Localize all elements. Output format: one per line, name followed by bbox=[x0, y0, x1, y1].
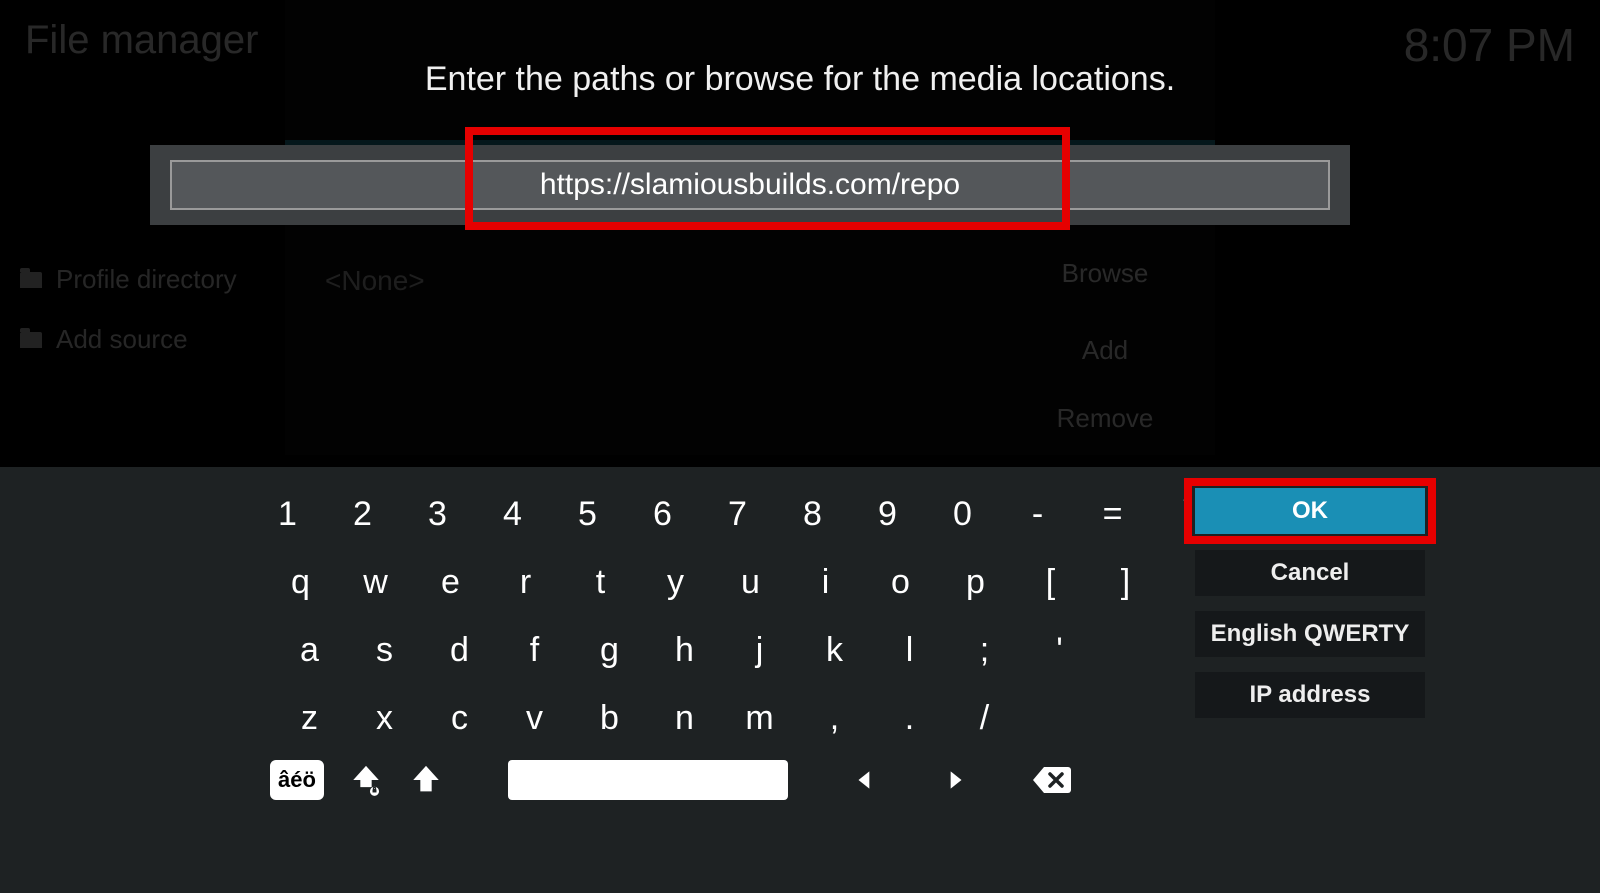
key-n[interactable]: n bbox=[647, 684, 722, 752]
key-f[interactable]: f bbox=[497, 616, 572, 684]
key-g[interactable]: g bbox=[572, 616, 647, 684]
key-c[interactable]: c bbox=[422, 684, 497, 752]
key-slash[interactable]: / bbox=[947, 684, 1022, 752]
key-2[interactable]: 2 bbox=[325, 480, 400, 548]
keyboard-layout-button[interactable]: English QWERTY bbox=[1195, 611, 1425, 657]
path-list-placeholder: <None> bbox=[325, 265, 425, 297]
key-r[interactable]: r bbox=[488, 548, 563, 616]
key-q[interactable]: q bbox=[263, 548, 338, 616]
key-6[interactable]: 6 bbox=[625, 480, 700, 548]
key-4[interactable]: 4 bbox=[475, 480, 550, 548]
key-e[interactable]: e bbox=[413, 548, 488, 616]
key-z[interactable]: z bbox=[272, 684, 347, 752]
shift-button[interactable] bbox=[408, 760, 444, 800]
folder-icon bbox=[20, 272, 42, 288]
keyboard-function-row: âéö bbox=[270, 760, 1072, 800]
key-1[interactable]: 1 bbox=[250, 480, 325, 548]
backspace-icon bbox=[1032, 763, 1072, 797]
key-3[interactable]: 3 bbox=[400, 480, 475, 548]
key-d[interactable]: d bbox=[422, 616, 497, 684]
key-9[interactable]: 9 bbox=[850, 480, 925, 548]
add-button: Add bbox=[1005, 335, 1205, 366]
ok-button[interactable]: OK bbox=[1195, 488, 1425, 534]
arrow-right-icon bbox=[942, 767, 968, 793]
key-row-4: z x c v b n m , . / bbox=[272, 684, 1238, 752]
cancel-button[interactable]: Cancel bbox=[1195, 550, 1425, 596]
accent-chars-button[interactable]: âéö bbox=[270, 760, 324, 800]
sidebar-item-label: Add source bbox=[56, 324, 188, 355]
key-row-1: 1 2 3 4 5 6 7 8 9 0 - = ` bbox=[250, 480, 1238, 548]
key-l[interactable]: l bbox=[872, 616, 947, 684]
key-u[interactable]: u bbox=[713, 548, 788, 616]
spacebar-button[interactable] bbox=[508, 760, 788, 800]
key-row-2: q w e r t y u i o p [ ] \ bbox=[263, 548, 1238, 616]
key-bracket-right[interactable]: ] bbox=[1088, 548, 1163, 616]
key-b[interactable]: b bbox=[572, 684, 647, 752]
path-input[interactable]: https://slamiousbuilds.com/repo bbox=[170, 160, 1330, 210]
key-o[interactable]: o bbox=[863, 548, 938, 616]
sidebar-item-add-source[interactable]: Add source bbox=[20, 324, 188, 355]
key-w[interactable]: w bbox=[338, 548, 413, 616]
folder-icon bbox=[20, 332, 42, 348]
key-k[interactable]: k bbox=[797, 616, 872, 684]
key-8[interactable]: 8 bbox=[775, 480, 850, 548]
cursor-right-button[interactable] bbox=[942, 760, 968, 800]
page-title: File manager bbox=[25, 18, 258, 63]
key-5[interactable]: 5 bbox=[550, 480, 625, 548]
caps-lock-button[interactable] bbox=[348, 760, 384, 800]
browse-button[interactable]: Browse bbox=[1005, 258, 1205, 289]
key-equals[interactable]: = bbox=[1075, 480, 1150, 548]
key-period[interactable]: . bbox=[872, 684, 947, 752]
key-m[interactable]: m bbox=[722, 684, 797, 752]
sidebar-item-profile-directory[interactable]: Profile directory bbox=[20, 264, 237, 295]
key-apostrophe[interactable]: ' bbox=[1022, 616, 1097, 684]
key-p[interactable]: p bbox=[938, 548, 1013, 616]
key-y[interactable]: y bbox=[638, 548, 713, 616]
key-7[interactable]: 7 bbox=[700, 480, 775, 548]
sidebar-item-label: Profile directory bbox=[56, 264, 237, 295]
remove-button: Remove bbox=[1005, 403, 1205, 434]
key-x[interactable]: x bbox=[347, 684, 422, 752]
key-bracket-left[interactable]: [ bbox=[1013, 548, 1088, 616]
arrow-left-icon bbox=[852, 767, 878, 793]
shift-lock-icon bbox=[349, 763, 383, 797]
cursor-left-button[interactable] bbox=[852, 760, 878, 800]
keyboard-grid: 1 2 3 4 5 6 7 8 9 0 - = ` q w e r t y u … bbox=[250, 480, 1238, 752]
key-i[interactable]: i bbox=[788, 548, 863, 616]
key-semicolon[interactable]: ; bbox=[947, 616, 1022, 684]
key-h[interactable]: h bbox=[647, 616, 722, 684]
key-a[interactable]: a bbox=[272, 616, 347, 684]
screen: File manager 8:07 PM Profile directory A… bbox=[0, 0, 1600, 893]
key-v[interactable]: v bbox=[497, 684, 572, 752]
key-comma[interactable]: , bbox=[797, 684, 872, 752]
key-0[interactable]: 0 bbox=[925, 480, 1000, 548]
key-row-3: a s d f g h j k l ; ' bbox=[272, 616, 1238, 684]
ip-address-button[interactable]: IP address bbox=[1195, 672, 1425, 718]
shift-icon bbox=[409, 763, 443, 797]
key-j[interactable]: j bbox=[722, 616, 797, 684]
backspace-button[interactable] bbox=[1032, 760, 1072, 800]
key-minus[interactable]: - bbox=[1000, 480, 1075, 548]
key-s[interactable]: s bbox=[347, 616, 422, 684]
key-t[interactable]: t bbox=[563, 548, 638, 616]
dialog-prompt: Enter the paths or browse for the media … bbox=[0, 60, 1600, 99]
